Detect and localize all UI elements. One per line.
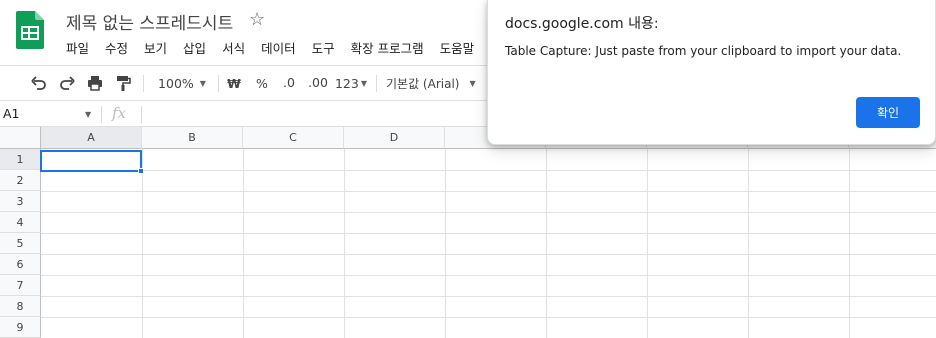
- grid-line: [41, 317, 936, 318]
- name-box[interactable]: A1: [3, 106, 20, 121]
- menu-format[interactable]: 서식: [214, 36, 253, 59]
- spreadsheet-grid[interactable]: A B C D 1 2 3 4 5 6 7 8 9: [0, 127, 936, 338]
- paint-format-icon[interactable]: [111, 66, 135, 100]
- font-select[interactable]: 기본값 (Arial) ▼: [386, 66, 482, 100]
- column-header-a[interactable]: A: [41, 127, 142, 149]
- row-header-2[interactable]: 2: [0, 170, 41, 191]
- alert-dialog: docs.google.com 내용: Table Capture: Just …: [487, 0, 936, 145]
- grid-line: [41, 254, 936, 255]
- row-header-8[interactable]: 8: [0, 296, 41, 317]
- grid-line: [849, 149, 850, 338]
- more-formats-label: 123: [334, 75, 359, 91]
- chevron-down-icon: ▼: [199, 78, 206, 88]
- column-header-b[interactable]: B: [142, 127, 243, 149]
- font-value: 기본값 (Arial): [386, 76, 460, 91]
- row-header-4[interactable]: 4: [0, 212, 41, 233]
- toolbar-divider: [218, 75, 219, 92]
- grid-line: [41, 170, 936, 171]
- selected-cell-a1[interactable]: [40, 150, 142, 172]
- menu-file[interactable]: 파일: [58, 36, 97, 59]
- row-header-7[interactable]: 7: [0, 275, 41, 296]
- decrease-decimal-label: .0: [283, 74, 295, 90]
- document-title[interactable]: 제목 없는 스프레드시트: [66, 9, 233, 34]
- decrease-decimal-button[interactable]: .0: [278, 66, 300, 100]
- percent-format-button[interactable]: %: [252, 66, 272, 100]
- grid-line: [41, 296, 936, 297]
- increase-decimal-label: .00: [308, 74, 328, 90]
- grid-line: [41, 212, 936, 213]
- row-header-6[interactable]: 6: [0, 254, 41, 275]
- menu-data[interactable]: 데이터: [253, 36, 304, 59]
- function-icon: fx: [112, 104, 127, 122]
- print-icon[interactable]: [83, 66, 107, 100]
- grid-line: [445, 149, 446, 338]
- menu-edit[interactable]: 수정: [97, 36, 136, 59]
- row-header-3[interactable]: 3: [0, 191, 41, 212]
- column-header-d[interactable]: D: [344, 127, 445, 149]
- chevron-down-icon: ▼: [360, 78, 367, 88]
- column-header-c[interactable]: C: [243, 127, 344, 149]
- menu-bar: 파일 수정 보기 삽입 서식 데이터 도구 확장 프로그램 도움말: [58, 36, 482, 59]
- chevron-down-icon: ▼: [469, 78, 476, 88]
- menu-extensions[interactable]: 확장 프로그램: [343, 36, 432, 59]
- row-header-1[interactable]: 1: [0, 149, 41, 170]
- more-formats-button[interactable]: 123 ▼: [334, 66, 368, 100]
- formula-divider: [101, 106, 102, 123]
- grid-line: [243, 149, 244, 338]
- grid-line: [142, 149, 143, 338]
- grid-line: [41, 233, 936, 234]
- redo-icon[interactable]: [55, 66, 79, 100]
- toolbar-divider: [143, 75, 144, 92]
- menu-help[interactable]: 도움말: [432, 36, 483, 59]
- select-all-corner[interactable]: [0, 127, 41, 149]
- row-header-9[interactable]: 9: [0, 317, 41, 338]
- undo-icon[interactable]: [27, 66, 51, 100]
- ok-button[interactable]: 확인: [856, 97, 920, 128]
- sheets-logo-icon[interactable]: [16, 11, 44, 49]
- zoom-value: 100%: [158, 75, 194, 91]
- fill-handle[interactable]: [138, 168, 144, 174]
- grid-line: [344, 149, 345, 338]
- row-header-5[interactable]: 5: [0, 233, 41, 254]
- menu-view[interactable]: 보기: [136, 36, 175, 59]
- star-icon[interactable]: ☆: [249, 9, 265, 30]
- dialog-message: Table Capture: Just paste from your clip…: [505, 44, 902, 58]
- dialog-title: docs.google.com 내용:: [505, 16, 659, 32]
- zoom-select[interactable]: 100% ▼: [152, 66, 212, 100]
- grid-line: [546, 149, 547, 338]
- menu-insert[interactable]: 삽입: [175, 36, 214, 59]
- grid-line: [41, 275, 936, 276]
- grid-line: [748, 149, 749, 338]
- currency-format-button[interactable]: ₩: [224, 66, 244, 100]
- formula-divider: [141, 106, 142, 123]
- toolbar-divider: [376, 75, 377, 92]
- grid-line: [647, 149, 648, 338]
- menu-tools[interactable]: 도구: [304, 36, 343, 59]
- chevron-down-icon[interactable]: ▼: [85, 110, 91, 119]
- increase-decimal-button[interactable]: .00: [305, 66, 331, 100]
- grid-line: [41, 191, 936, 192]
